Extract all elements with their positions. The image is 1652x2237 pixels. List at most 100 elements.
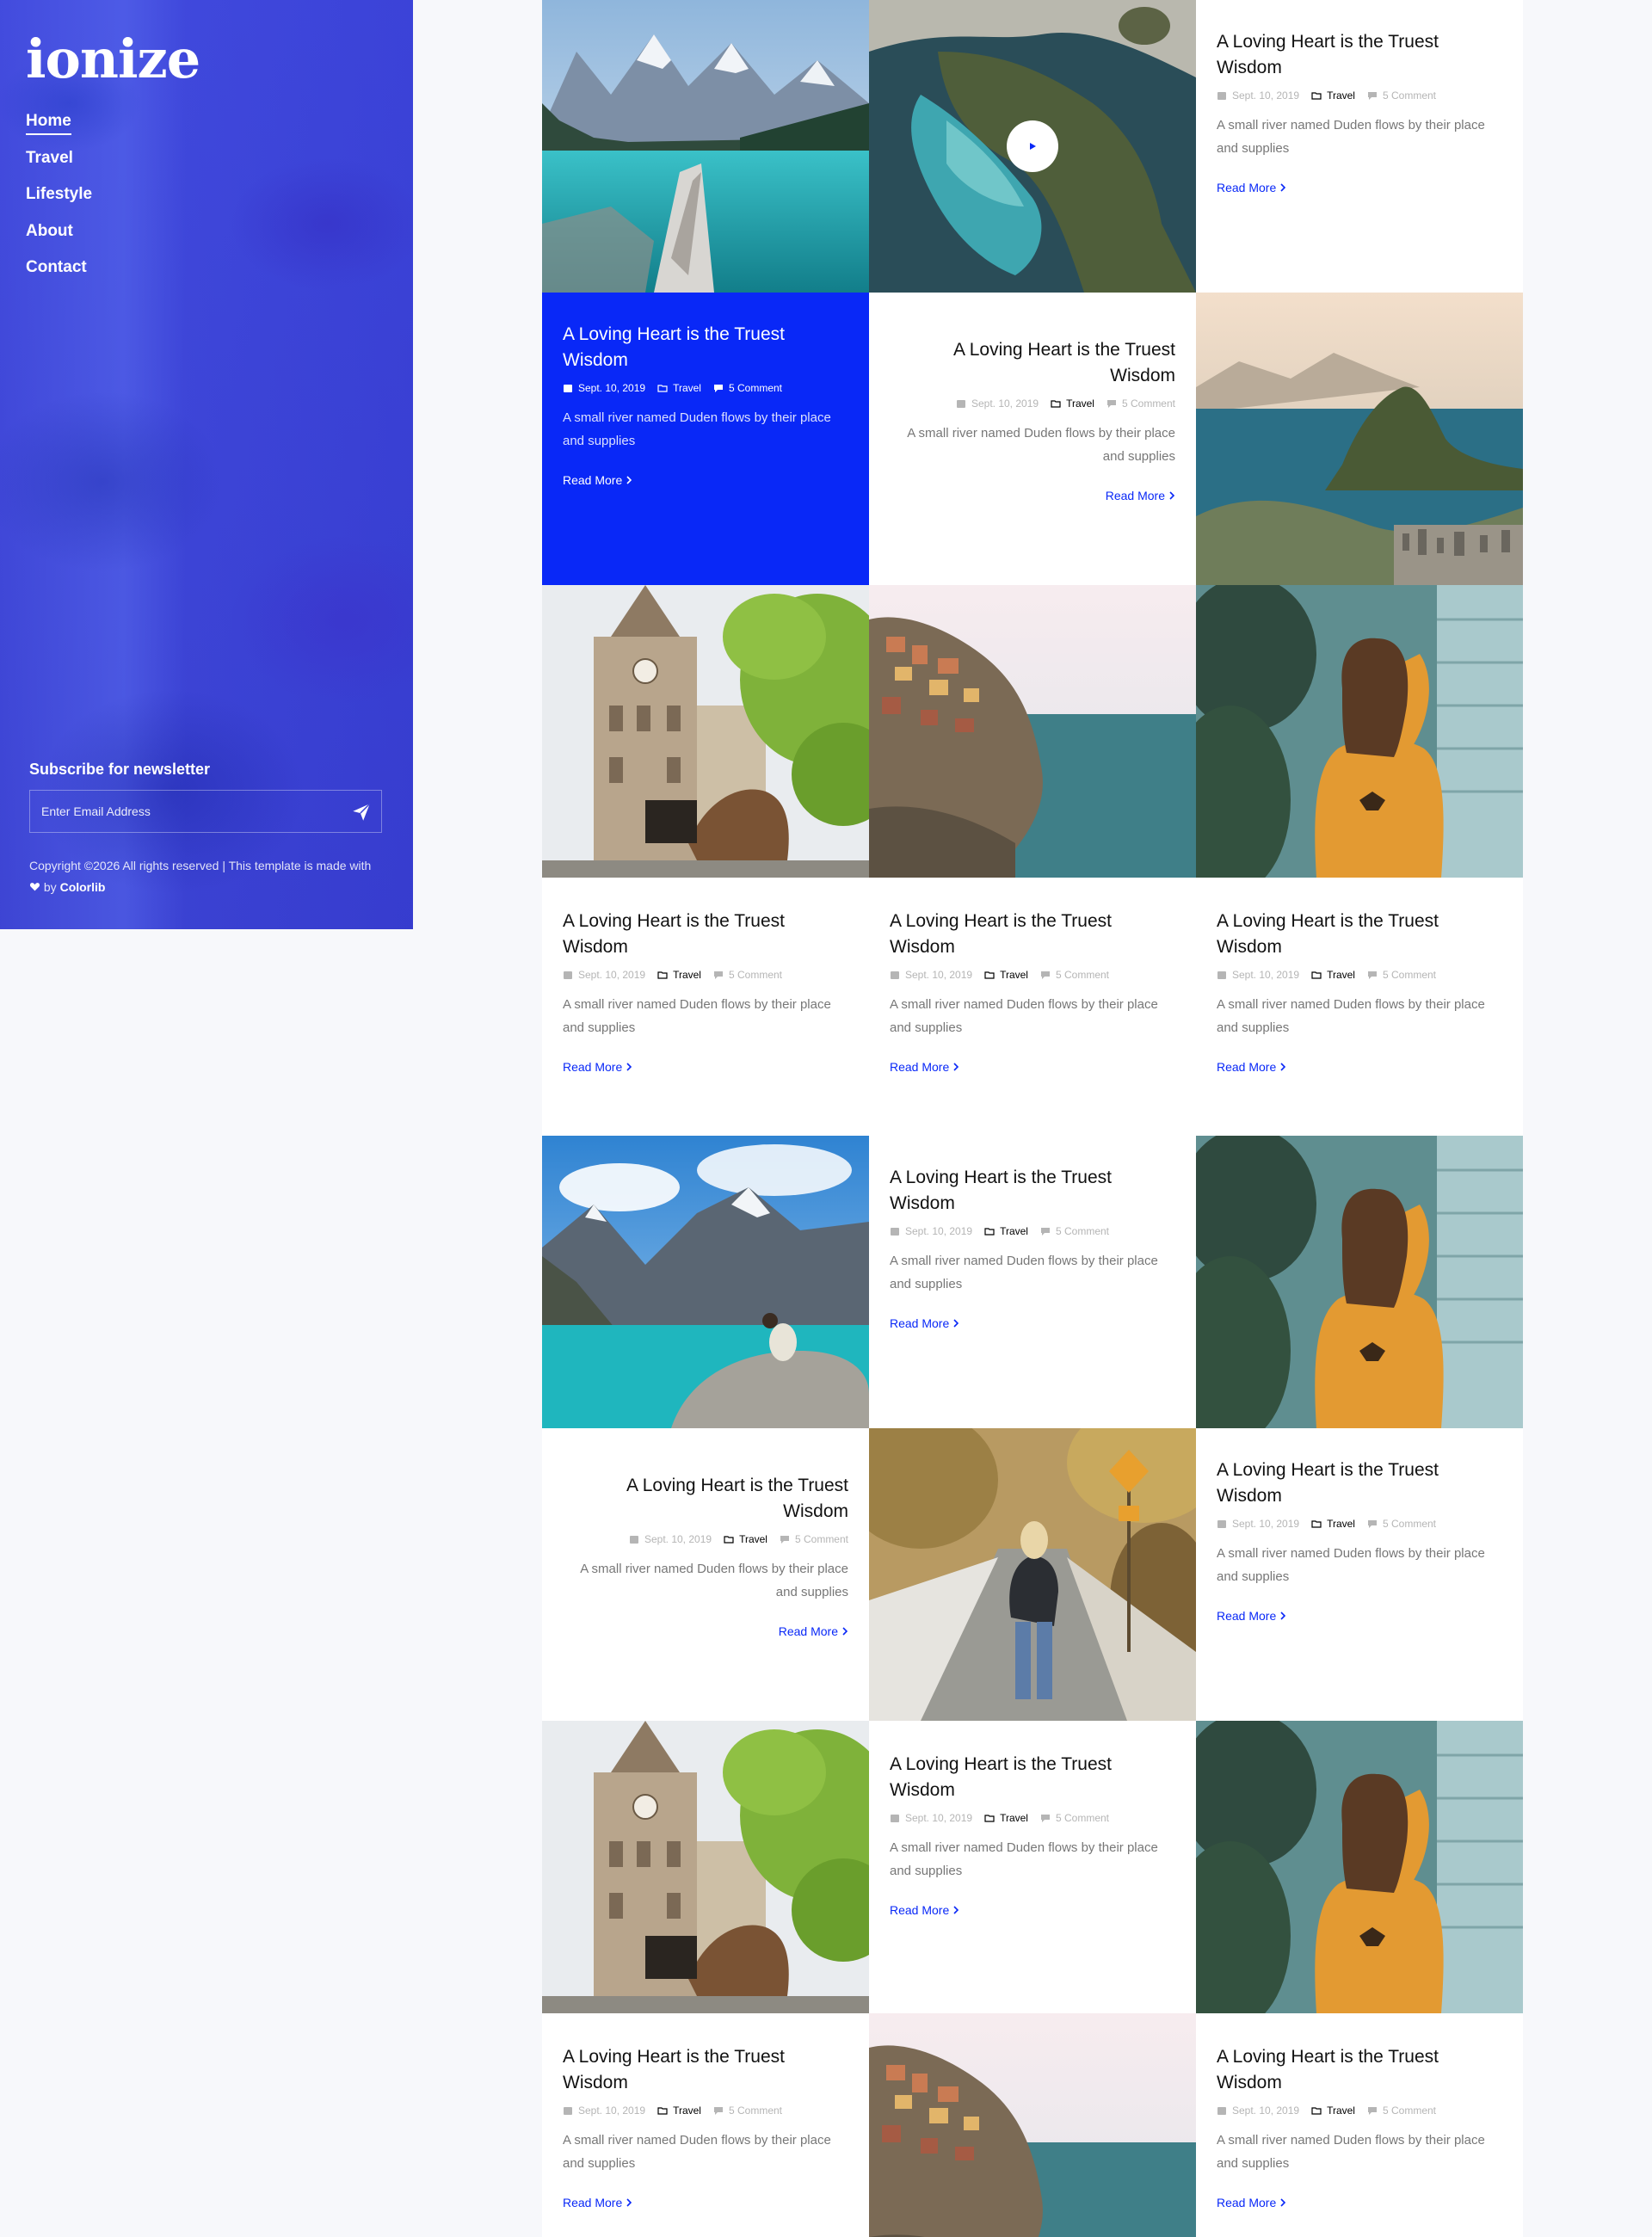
chevron-right-icon <box>953 1319 959 1328</box>
comment-icon <box>713 385 723 392</box>
clock-tower-carriage-photo[interactable] <box>542 1721 869 2013</box>
nav-about[interactable]: About <box>26 222 73 243</box>
post-title[interactable]: A Loving Heart is the Truest Wisdom <box>890 337 1175 389</box>
post-excerpt: A small river named Duden flows by their… <box>563 997 831 1035</box>
chevron-right-icon <box>626 1063 632 1071</box>
calendar-icon <box>956 400 965 408</box>
folder-icon <box>724 1536 734 1544</box>
read-more-link[interactable]: Read More <box>1217 1060 1286 1074</box>
couple-mountain-lake-photo[interactable] <box>542 1136 869 1428</box>
post-title[interactable]: A Loving Heart is the Truest Wisdom <box>890 1752 1175 1803</box>
chevron-right-icon <box>953 1906 959 1914</box>
read-more-link[interactable]: Read More <box>779 1624 848 1638</box>
post-category: Travel <box>673 969 701 981</box>
post-card: A Loving Heart is the Truest Wisdom Sept… <box>1196 1428 1523 1721</box>
folder-icon <box>657 971 668 979</box>
paper-plane-icon[interactable] <box>350 801 373 823</box>
calendar-icon <box>1217 1520 1226 1528</box>
calendar-icon <box>1217 971 1226 979</box>
post-title[interactable]: A Loving Heart is the Truest Wisdom <box>890 1165 1175 1217</box>
post-comments: 5 Comment <box>1055 1225 1110 1237</box>
calendar-icon <box>891 971 899 979</box>
post-title[interactable]: A Loving Heart is the Truest Wisdom <box>1217 909 1502 960</box>
nav-lifestyle[interactable]: Lifestyle <box>26 185 92 206</box>
woman-orange-sweater-photo[interactable] <box>1196 1721 1523 2013</box>
post-title[interactable]: A Loving Heart is the Truest Wisdom <box>563 909 848 960</box>
woman-orange-sweater-photo[interactable] <box>1196 585 1523 878</box>
site-logo[interactable]: ionize <box>26 33 200 86</box>
read-more-link[interactable]: Read More <box>1217 181 1286 194</box>
post-category: Travel <box>1327 89 1355 102</box>
post-meta: Sept. 10, 2019 Travel 5 Comment <box>890 397 1175 410</box>
post-category: Travel <box>739 1533 767 1545</box>
post-title[interactable]: A Loving Heart is the Truest Wisdom <box>563 2044 848 2096</box>
post-title[interactable]: A Loving Heart is the Truest Wisdom <box>1217 2044 1502 2096</box>
comment-icon <box>713 2107 723 2115</box>
post-title[interactable]: A Loving Heart is the Truest Wisdom <box>563 1473 848 1525</box>
chevron-right-icon <box>1280 1063 1286 1071</box>
read-more-link[interactable]: Read More <box>1217 2196 1286 2209</box>
post-date: Sept. 10, 2019 <box>1232 89 1300 102</box>
post-category: Travel <box>1000 1812 1028 1824</box>
play-icon[interactable] <box>1007 120 1058 172</box>
comment-icon <box>1040 971 1050 979</box>
sidebar: ionize Home Travel Lifestyle About Conta… <box>0 0 413 929</box>
comment-icon <box>1367 1520 1377 1528</box>
clock-tower-carriage-photo[interactable] <box>542 585 869 878</box>
newsletter-title: Subscribe for newsletter <box>29 761 211 778</box>
post-card: A Loving Heart is the Truest Wisdom Sept… <box>869 1721 1196 2013</box>
post-category: Travel <box>673 2105 701 2117</box>
nav-contact[interactable]: Contact <box>26 258 87 280</box>
comment-icon <box>1367 971 1377 979</box>
bay-mountain-photo[interactable] <box>1196 293 1523 585</box>
post-title[interactable]: A Loving Heart is the Truest Wisdom <box>1217 1457 1502 1509</box>
comment-icon <box>1040 1815 1050 1822</box>
cliff-village-photo[interactable] <box>869 2013 1196 2237</box>
post-excerpt: A small river named Duden flows by their… <box>890 1254 1158 1291</box>
post-meta: Sept. 10, 2019 Travel 5 Comment <box>563 382 848 394</box>
read-more-link[interactable]: Read More <box>1106 489 1175 502</box>
post-meta: Sept. 10, 2019 Travel 5 Comment <box>1217 969 1502 981</box>
post-card: A Loving Heart is the Truest Wisdom Sept… <box>869 293 1196 585</box>
newsletter-form <box>29 790 382 833</box>
read-more-link[interactable]: Read More <box>563 473 632 487</box>
post-meta: Sept. 10, 2019 Travel 5 Comment <box>890 969 1175 981</box>
comment-icon <box>713 971 723 979</box>
read-more-link[interactable]: Read More <box>890 1060 959 1074</box>
post-meta: Sept. 10, 2019 Travel 5 Comment <box>563 1533 848 1545</box>
read-more-link[interactable]: Read More <box>890 1903 959 1917</box>
post-category: Travel <box>673 382 701 394</box>
woman-orange-sweater-photo[interactable] <box>1196 1136 1523 1428</box>
chevron-right-icon <box>626 2198 632 2207</box>
woman-hiking-road-photo[interactable] <box>869 1428 1196 1721</box>
post-comments: 5 Comment <box>1121 397 1175 410</box>
nav-home[interactable]: Home <box>26 112 71 135</box>
aerial-coast-video[interactable] <box>869 0 1196 293</box>
folder-icon <box>1311 2107 1322 2115</box>
post-date: Sept. 10, 2019 <box>578 2105 646 2117</box>
post-comments: 5 Comment <box>794 1533 848 1545</box>
post-excerpt: A small river named Duden flows by their… <box>890 1840 1158 1878</box>
calendar-icon <box>629 1536 638 1544</box>
folder-icon <box>1311 971 1322 979</box>
read-more-link[interactable]: Read More <box>890 1316 959 1330</box>
post-excerpt: A small river named Duden flows by their… <box>1217 2133 1485 2171</box>
post-grid: A Loving Heart is the Truest Wisdom Sept… <box>542 0 1523 2237</box>
colorlib-link[interactable]: Colorlib <box>60 880 106 894</box>
nav-travel[interactable]: Travel <box>26 149 73 170</box>
mountain-lake-photo[interactable] <box>542 0 869 293</box>
post-date: Sept. 10, 2019 <box>1232 969 1300 981</box>
calendar-icon <box>564 2107 572 2115</box>
read-more-link[interactable]: Read More <box>1217 1609 1286 1623</box>
cliff-village-photo[interactable] <box>869 585 1196 878</box>
read-more-link[interactable]: Read More <box>563 2196 632 2209</box>
post-title[interactable]: A Loving Heart is the Truest Wisdom <box>890 909 1175 960</box>
post-meta: Sept. 10, 2019 Travel 5 Comment <box>1217 2105 1502 2117</box>
post-title[interactable]: A Loving Heart is the Truest Wisdom <box>1217 29 1502 81</box>
read-more-link[interactable]: Read More <box>563 1060 632 1074</box>
post-excerpt: A small river named Duden flows by their… <box>580 1562 848 1599</box>
post-category: Travel <box>1327 2105 1355 2117</box>
newsletter-email-input[interactable] <box>30 791 381 832</box>
post-comments: 5 Comment <box>1382 969 1437 981</box>
post-title[interactable]: A Loving Heart is the Truest Wisdom <box>563 322 848 373</box>
